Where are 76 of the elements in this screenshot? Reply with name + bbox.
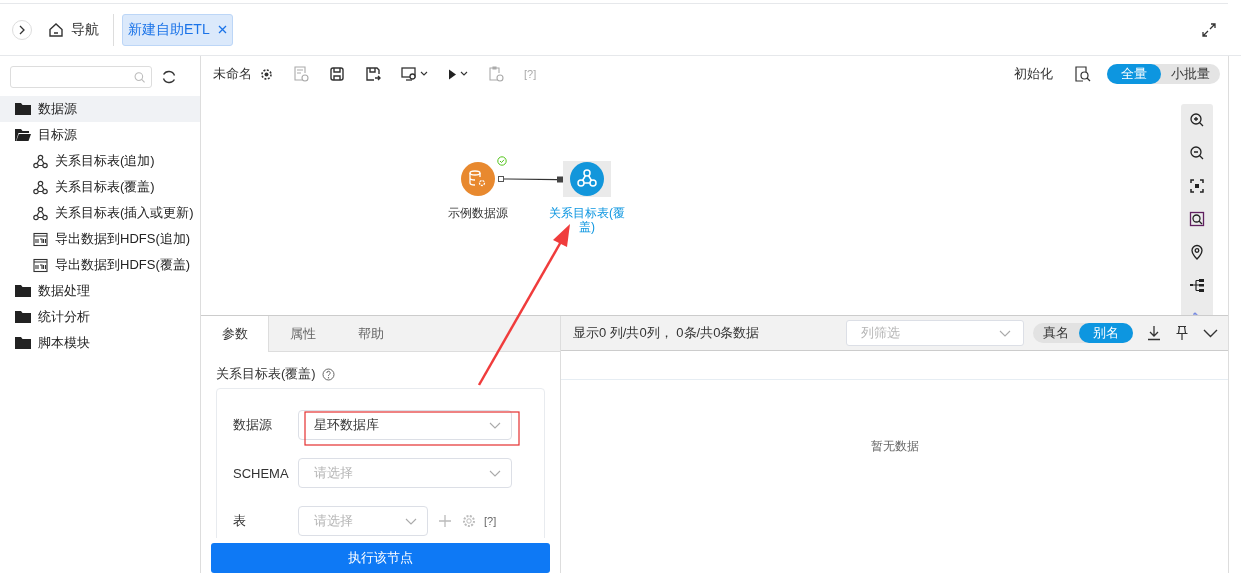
save-as-icon[interactable] bbox=[365, 66, 381, 83]
tree-item[interactable]: 关系目标表(追加) bbox=[0, 148, 200, 174]
tree-folder[interactable]: 统计分析 bbox=[0, 304, 200, 330]
flow-name: 未命名 bbox=[213, 65, 252, 84]
search-icon bbox=[133, 70, 145, 84]
empty-message: 暂无数据 bbox=[870, 438, 919, 455]
download-icon[interactable] bbox=[1147, 325, 1161, 341]
nodes-icon bbox=[33, 153, 48, 169]
monitor-dropdown[interactable] bbox=[401, 66, 428, 83]
chevron-down-icon bbox=[489, 421, 501, 429]
node-frame[interactable] bbox=[563, 160, 611, 197]
data-summary: 显示0 列/共0列， 0条/共0条数据 bbox=[573, 324, 760, 342]
close-icon[interactable] bbox=[217, 25, 227, 34]
tree-item[interactable]: 导出数据到HDFS(覆盖) bbox=[0, 252, 200, 278]
nodes-node-icon bbox=[570, 161, 604, 196]
field-label: SCHEMA bbox=[233, 465, 290, 481]
folder-icon bbox=[15, 336, 31, 350]
name-mode-toggle[interactable]: 真名 bbox=[1033, 323, 1079, 343]
section-title: 关系目标表(覆盖) bbox=[216, 365, 316, 383]
help-icon[interactable] bbox=[321, 367, 335, 381]
tree-folder[interactable]: 数据源 bbox=[0, 96, 200, 122]
zoom-in-icon[interactable] bbox=[1189, 111, 1205, 128]
document-icon bbox=[33, 257, 48, 273]
init-label: 初始化 bbox=[1014, 65, 1053, 84]
mode-toggle[interactable]: 小批量 bbox=[1161, 64, 1220, 85]
folder-icon bbox=[15, 284, 31, 298]
chevron-right-icon bbox=[18, 24, 26, 35]
tree-folder[interactable]: 脚本模块 bbox=[0, 330, 200, 356]
settings-icon[interactable] bbox=[260, 67, 273, 81]
tree-item[interactable]: 导出数据到HDFS(追加) bbox=[0, 226, 200, 252]
node-label: 关系目标表(覆盖) bbox=[548, 205, 626, 234]
nodes-icon bbox=[33, 179, 48, 195]
chevron-down-icon bbox=[489, 469, 501, 477]
zoom-out-icon[interactable] bbox=[1189, 144, 1205, 161]
node-label: 示例数据源 bbox=[447, 205, 509, 220]
nodes-icon bbox=[33, 205, 48, 221]
clipboard-clock-icon[interactable] bbox=[488, 66, 504, 83]
help-link[interactable]: [?] bbox=[484, 515, 497, 527]
folder-icon bbox=[15, 102, 31, 116]
search-frame-icon[interactable] bbox=[1189, 210, 1205, 227]
monitor-icon bbox=[401, 66, 417, 83]
run-node-button[interactable]: 执行该节点 bbox=[211, 543, 550, 573]
pin-icon[interactable] bbox=[1175, 325, 1189, 341]
search-field[interactable] bbox=[10, 66, 152, 88]
collapse-icon[interactable] bbox=[1203, 328, 1218, 338]
fit-view-icon[interactable] bbox=[1189, 177, 1205, 194]
panel-tab[interactable]: 属性 bbox=[269, 316, 337, 351]
nav-link[interactable]: 导航 bbox=[48, 20, 99, 39]
refresh-icon[interactable] bbox=[161, 69, 177, 85]
tree-folder[interactable]: 数据处理 bbox=[0, 278, 200, 304]
connection-line bbox=[498, 174, 564, 183]
page-tab[interactable]: 新建自助ETL bbox=[122, 13, 233, 46]
panel-tab[interactable]: 帮助 bbox=[337, 316, 405, 351]
tree-item[interactable]: 关系目标表(插入或更新) bbox=[0, 200, 200, 226]
caret-icon bbox=[460, 71, 468, 78]
preview-icon[interactable] bbox=[1075, 66, 1091, 83]
save-icon[interactable] bbox=[329, 66, 345, 83]
select-field[interactable]: 星环数据库 bbox=[298, 410, 512, 440]
location-icon[interactable] bbox=[1189, 243, 1205, 260]
tree-item[interactable]: 关系目标表(覆盖) bbox=[0, 174, 200, 200]
caret-icon bbox=[420, 71, 428, 78]
database-node-icon bbox=[461, 161, 495, 196]
field-label: 表 bbox=[233, 512, 247, 530]
play-icon bbox=[448, 68, 457, 80]
tree-layout-icon[interactable] bbox=[1189, 276, 1205, 293]
fullscreen-icon[interactable] bbox=[1201, 21, 1217, 38]
panel-tab[interactable]: 参数 bbox=[201, 316, 269, 352]
chevron-down-icon bbox=[405, 517, 417, 525]
document-icon bbox=[33, 231, 48, 247]
home-icon bbox=[48, 21, 64, 38]
field-label: 数据源 bbox=[233, 416, 273, 434]
run-dropdown[interactable] bbox=[448, 68, 468, 80]
tree-folder[interactable]: 目标源 bbox=[0, 122, 200, 148]
chevron-down-icon bbox=[999, 329, 1011, 337]
open-folder-icon bbox=[15, 128, 31, 142]
folder-icon bbox=[15, 310, 31, 324]
